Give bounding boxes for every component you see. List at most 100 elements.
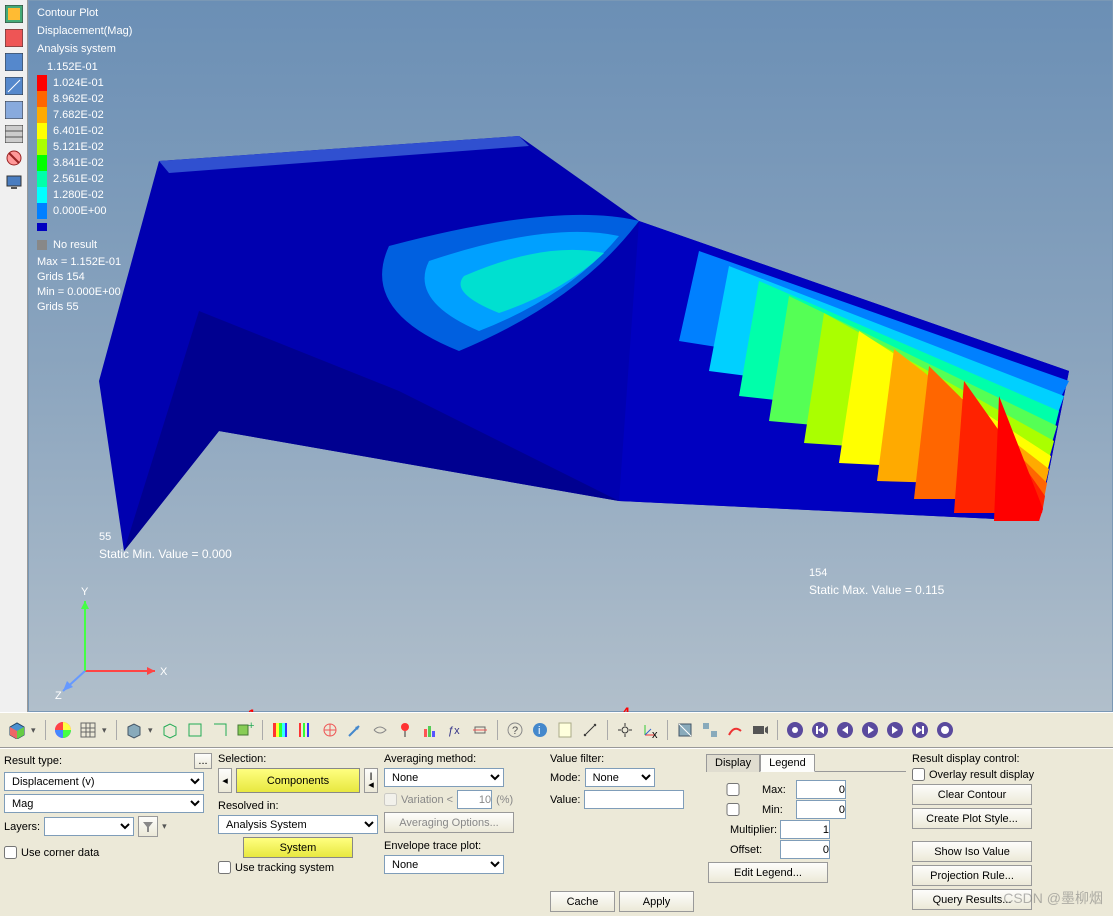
legend-title-2: Displacement(Mag)	[37, 23, 132, 39]
deformed-icon[interactable]	[4, 100, 24, 120]
fx-bars-icon[interactable]	[419, 719, 441, 741]
legend-row: 8.962E-02	[37, 91, 132, 107]
iso-tool-icon[interactable]	[294, 719, 316, 741]
max-label: Max:	[762, 784, 792, 796]
legend-min-grid: Grids 55	[37, 300, 132, 315]
entity-icon[interactable]	[6, 719, 28, 741]
tensor-tool-icon[interactable]	[319, 719, 341, 741]
tensor-icon[interactable]	[4, 28, 24, 48]
apply-button[interactable]: Apply	[619, 891, 694, 912]
legend-row: 1.280E-02	[37, 187, 132, 203]
layers-filter-button[interactable]	[138, 816, 158, 837]
sys-axis-icon[interactable]: x	[639, 719, 661, 741]
grid-icon[interactable]	[4, 124, 24, 144]
legend-title-3: Analysis system	[37, 41, 132, 57]
legend-row: 3.841E-02	[37, 155, 132, 171]
overlay-label: Overlay result display	[929, 769, 1034, 781]
transparent-cube-icon[interactable]	[159, 719, 181, 741]
wireframe-icon[interactable]	[184, 719, 206, 741]
max-input[interactable]	[796, 780, 846, 799]
components-button[interactable]: Components	[236, 768, 360, 793]
iso-icon[interactable]	[4, 52, 24, 72]
legend-row: 0.000E+00	[37, 203, 132, 219]
left-vertical-toolbar	[0, 0, 28, 712]
legend-max: Max = 1.152E-01	[37, 255, 132, 270]
min-checkbox[interactable]	[708, 803, 758, 816]
create-plot-style-button[interactable]: Create Plot Style...	[912, 808, 1032, 829]
fx-icon[interactable]: ƒx	[444, 719, 466, 741]
clear-contour-button[interactable]: Clear Contour	[912, 784, 1032, 805]
value-input[interactable]	[584, 790, 684, 809]
offset-label: Offset:	[730, 844, 776, 856]
play-icon[interactable]	[859, 719, 881, 741]
multiplier-label: Multiplier:	[730, 824, 776, 836]
marker-icon[interactable]	[394, 719, 416, 741]
resolved-select[interactable]: Analysis System	[218, 815, 378, 834]
resolved-label: Resolved in:	[218, 800, 378, 812]
tracking-label: Use tracking system	[235, 862, 334, 874]
axis-triad: X Y Z	[55, 581, 175, 701]
contour-icon[interactable]	[4, 4, 24, 24]
streamline-icon[interactable]	[724, 719, 746, 741]
first-frame-icon[interactable]	[809, 719, 831, 741]
result-component-select[interactable]: Mag	[4, 794, 204, 813]
shaded-cube-icon[interactable]	[123, 719, 145, 741]
multiplier-input[interactable]	[780, 820, 830, 839]
averaging-select[interactable]: None	[384, 768, 504, 787]
offset-input[interactable]	[780, 840, 830, 859]
min-input[interactable]	[796, 800, 846, 819]
max-checkbox[interactable]	[708, 783, 758, 796]
cache-button[interactable]: Cache	[550, 891, 615, 912]
section-icon[interactable]	[674, 719, 696, 741]
contour-legend: Contour Plot Displacement(Mag) Analysis …	[37, 5, 132, 315]
sel-prev-button[interactable]: ◂	[218, 768, 232, 793]
svg-text:?: ?	[512, 725, 518, 737]
min-label: Min:	[762, 804, 792, 816]
tools-icon[interactable]	[4, 148, 24, 168]
tracking-checkbox[interactable]	[218, 861, 231, 874]
mode-select[interactable]: None	[585, 768, 655, 787]
3d-viewport[interactable]: Contour Plot Displacement(Mag) Analysis …	[28, 0, 1113, 712]
max-node-number: 154	[809, 567, 827, 579]
corner-data-checkbox[interactable]	[4, 846, 17, 859]
vector-icon[interactable]	[4, 76, 24, 96]
video-icon[interactable]	[749, 719, 771, 741]
last-frame-icon[interactable]	[909, 719, 931, 741]
fbd-icon[interactable]	[469, 719, 491, 741]
svg-text:Y: Y	[81, 586, 89, 598]
add-box-icon[interactable]: +	[234, 719, 256, 741]
deform-tool-icon[interactable]	[369, 719, 391, 741]
legend-title-1: Contour Plot	[37, 5, 132, 21]
measure-icon[interactable]	[579, 719, 601, 741]
contour-tool-icon[interactable]	[269, 719, 291, 741]
tab-legend[interactable]: Legend	[760, 754, 815, 772]
info-icon[interactable]: i	[529, 719, 551, 741]
color-wheel-icon[interactable]	[52, 719, 74, 741]
averaging-options-button[interactable]: Averaging Options...	[384, 812, 514, 833]
query-results-button[interactable]: Query Results...	[912, 889, 1032, 910]
monitor-icon[interactable]	[4, 172, 24, 192]
next-frame-icon[interactable]	[884, 719, 906, 741]
notes-icon[interactable]	[554, 719, 576, 741]
tracking-icon[interactable]	[614, 719, 636, 741]
system-button[interactable]: System	[243, 837, 353, 858]
overlay-checkbox[interactable]	[912, 768, 925, 781]
sel-next-button[interactable]: I◂	[364, 768, 378, 793]
vector-tool-icon[interactable]	[344, 719, 366, 741]
envelope-select[interactable]: None	[384, 855, 504, 874]
legend-row: 6.401E-02	[37, 123, 132, 139]
show-iso-button[interactable]: Show Iso Value	[912, 841, 1032, 862]
feature-lines-icon[interactable]	[209, 719, 231, 741]
result-type-select[interactable]: Displacement (v)	[4, 772, 204, 791]
anim-settings-icon[interactable]	[784, 719, 806, 741]
layers-select[interactable]	[44, 817, 134, 836]
projection-rule-button[interactable]: Projection Rule...	[912, 865, 1032, 886]
query-icon[interactable]: ?	[504, 719, 526, 741]
edit-legend-button[interactable]: Edit Legend...	[708, 862, 828, 883]
result-info-button[interactable]: ...	[194, 753, 212, 769]
explode-icon[interactable]	[699, 719, 721, 741]
tab-display[interactable]: Display	[706, 754, 760, 772]
mesh-icon[interactable]	[77, 719, 99, 741]
record-icon[interactable]	[934, 719, 956, 741]
prev-frame-icon[interactable]	[834, 719, 856, 741]
